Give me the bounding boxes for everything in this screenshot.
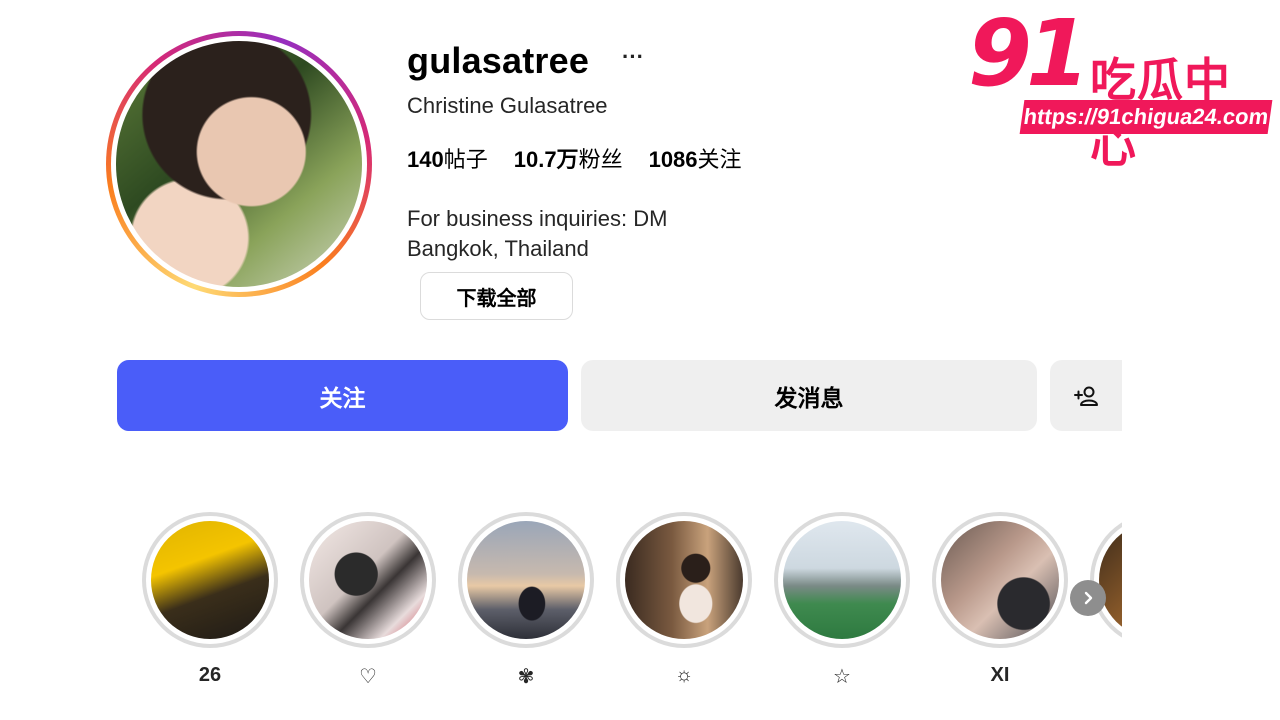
highlight-item[interactable] (458, 512, 594, 648)
highlight-item[interactable] (774, 512, 910, 648)
profile-stats: 140帖子 10.7万粉丝 1086关注 (407, 142, 742, 174)
profile-bio: For business inquiries: DM Bangkok, Thai… (407, 204, 667, 264)
highlight-item[interactable] (616, 512, 752, 648)
highlight-label: 26 (198, 664, 222, 686)
profile-full-name: Christine Gulasatree (407, 93, 608, 118)
avatar-photo (116, 41, 362, 287)
stat-posts-value: 140 (407, 147, 444, 172)
profile-username: gulasatree (407, 40, 590, 81)
highlight-item[interactable] (300, 512, 436, 648)
stat-posts[interactable]: 140帖子 (407, 142, 488, 174)
highlight-cover (151, 521, 269, 639)
stat-following[interactable]: 1086关注 (649, 142, 742, 174)
highlight-cover (309, 521, 427, 639)
bio-line: Bangkok, Thailand (407, 236, 589, 261)
highlight-label: ☆ (833, 666, 851, 688)
bio-line: For business inquiries: DM (407, 206, 668, 231)
stat-followers-value: 10.7万 (513, 147, 579, 172)
highlight-label: ☼ (674, 664, 694, 686)
highlight-item[interactable] (142, 512, 278, 648)
watermark-url: https://91chigua24.com (1019, 100, 1273, 134)
follow-button[interactable]: 关注 (117, 360, 568, 431)
download-all-button[interactable]: 下载全部 (420, 272, 573, 320)
stat-following-label: 关注 (697, 147, 742, 172)
stat-followers-label: 粉丝 (578, 147, 623, 172)
stat-following-value: 1086 (648, 147, 698, 172)
watermark-number: 91 (968, 0, 1090, 107)
highlight-cover (625, 521, 743, 639)
highlight-cover (941, 521, 1059, 639)
highlight-label: ♡ (359, 666, 377, 688)
add-user-button[interactable] (1050, 360, 1122, 431)
profile-avatar[interactable] (106, 31, 372, 297)
highlight-item[interactable] (932, 512, 1068, 648)
highlight-cover (783, 521, 901, 639)
more-options-icon[interactable]: ··· (622, 44, 644, 70)
highlight-cover (467, 521, 585, 639)
stat-followers[interactable]: 10.7万粉丝 (514, 142, 623, 174)
watermark-logo: 91 吃瓜中心 https://91chigua24.com (968, 8, 1273, 172)
highlights-next-button[interactable] (1070, 580, 1106, 616)
chevron-right-icon (1084, 591, 1093, 605)
message-button[interactable]: 发消息 (581, 360, 1037, 431)
highlight-label: XI (990, 664, 1010, 686)
stat-posts-label: 帖子 (443, 147, 488, 172)
add-user-icon (1074, 386, 1098, 406)
highlight-label: ✾ (517, 666, 535, 688)
